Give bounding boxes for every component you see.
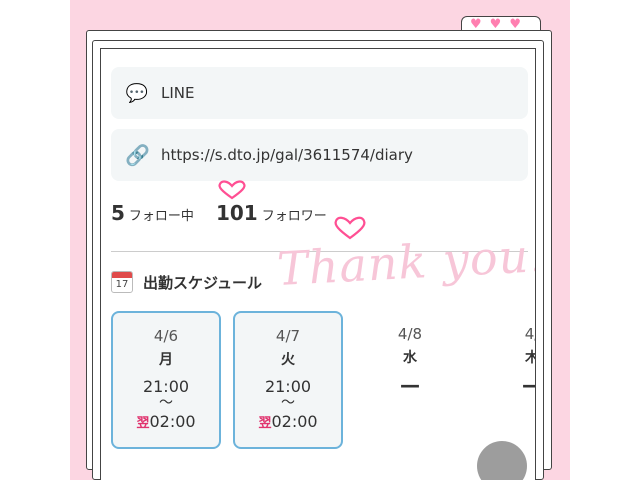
end-time: 02:00 [149, 412, 196, 431]
start-time: 21:00 [264, 377, 312, 396]
no-shift-dash: — [400, 373, 420, 397]
start-time: 21:00 [142, 377, 190, 396]
day-of-week: 月 [159, 352, 173, 368]
no-shift-dash: — [477, 373, 535, 397]
diary-link[interactable]: 🔗 https://s.dto.jp/gal/3611574/diary [111, 129, 528, 181]
end-time-row: 翌02:00 [113, 412, 219, 431]
diary-link-url: https://s.dto.jp/gal/3611574/diary [161, 146, 413, 164]
day-date: 4/6 [153, 327, 179, 345]
speech-bubble-icon: 💬 [125, 82, 149, 104]
line-link-label: LINE [161, 84, 195, 102]
profile-card: 💬 LINE 🔗 https://s.dto.jp/gal/3611574/di… [100, 48, 536, 480]
following-label[interactable]: フォロー中 [129, 205, 194, 224]
next-day-mark: 翌 [136, 416, 150, 431]
end-time-row: 翌02:00 [235, 412, 341, 431]
day-of-week: 火 [281, 352, 295, 368]
followers-count[interactable]: 101 [216, 201, 258, 225]
schedule-title: 出勤スケジュール [143, 273, 262, 292]
following-count[interactable]: 5 [111, 201, 125, 225]
calendar-icon: 17 [111, 271, 133, 293]
schedule-day-card[interactable]: 4/7 火 21:00 〜 翌02:00 [233, 311, 343, 449]
chain-link-icon: 🔗 [125, 143, 150, 167]
follow-stats: 5 フォロー中 101 フォロワー [111, 201, 327, 225]
followers-label[interactable]: フォロワー [262, 205, 327, 224]
schedule-day-card[interactable]: 4/6 月 21:00 〜 翌02:00 [111, 311, 221, 449]
day-date: 4/ [524, 325, 535, 343]
day-of-week: 木 [477, 347, 535, 367]
day-date: 4/8 [397, 325, 423, 343]
end-time: 02:00 [271, 412, 318, 431]
time-separator: 〜 [281, 395, 295, 411]
heart-doodle-icon [218, 180, 246, 200]
day-of-week: 水 [403, 350, 417, 366]
schedule-header: 17 出勤スケジュール [111, 271, 262, 293]
day-date: 4/7 [275, 327, 301, 345]
thank-you-decoration: Thank you. [275, 228, 536, 296]
schedule-day-card[interactable]: 4/8 水 — [355, 311, 465, 449]
line-link[interactable]: 💬 LINE [111, 67, 528, 119]
time-separator: 〜 [159, 395, 173, 411]
next-day-mark: 翌 [258, 416, 272, 431]
schedule-day-card[interactable]: 4/ 木 — [477, 311, 535, 449]
